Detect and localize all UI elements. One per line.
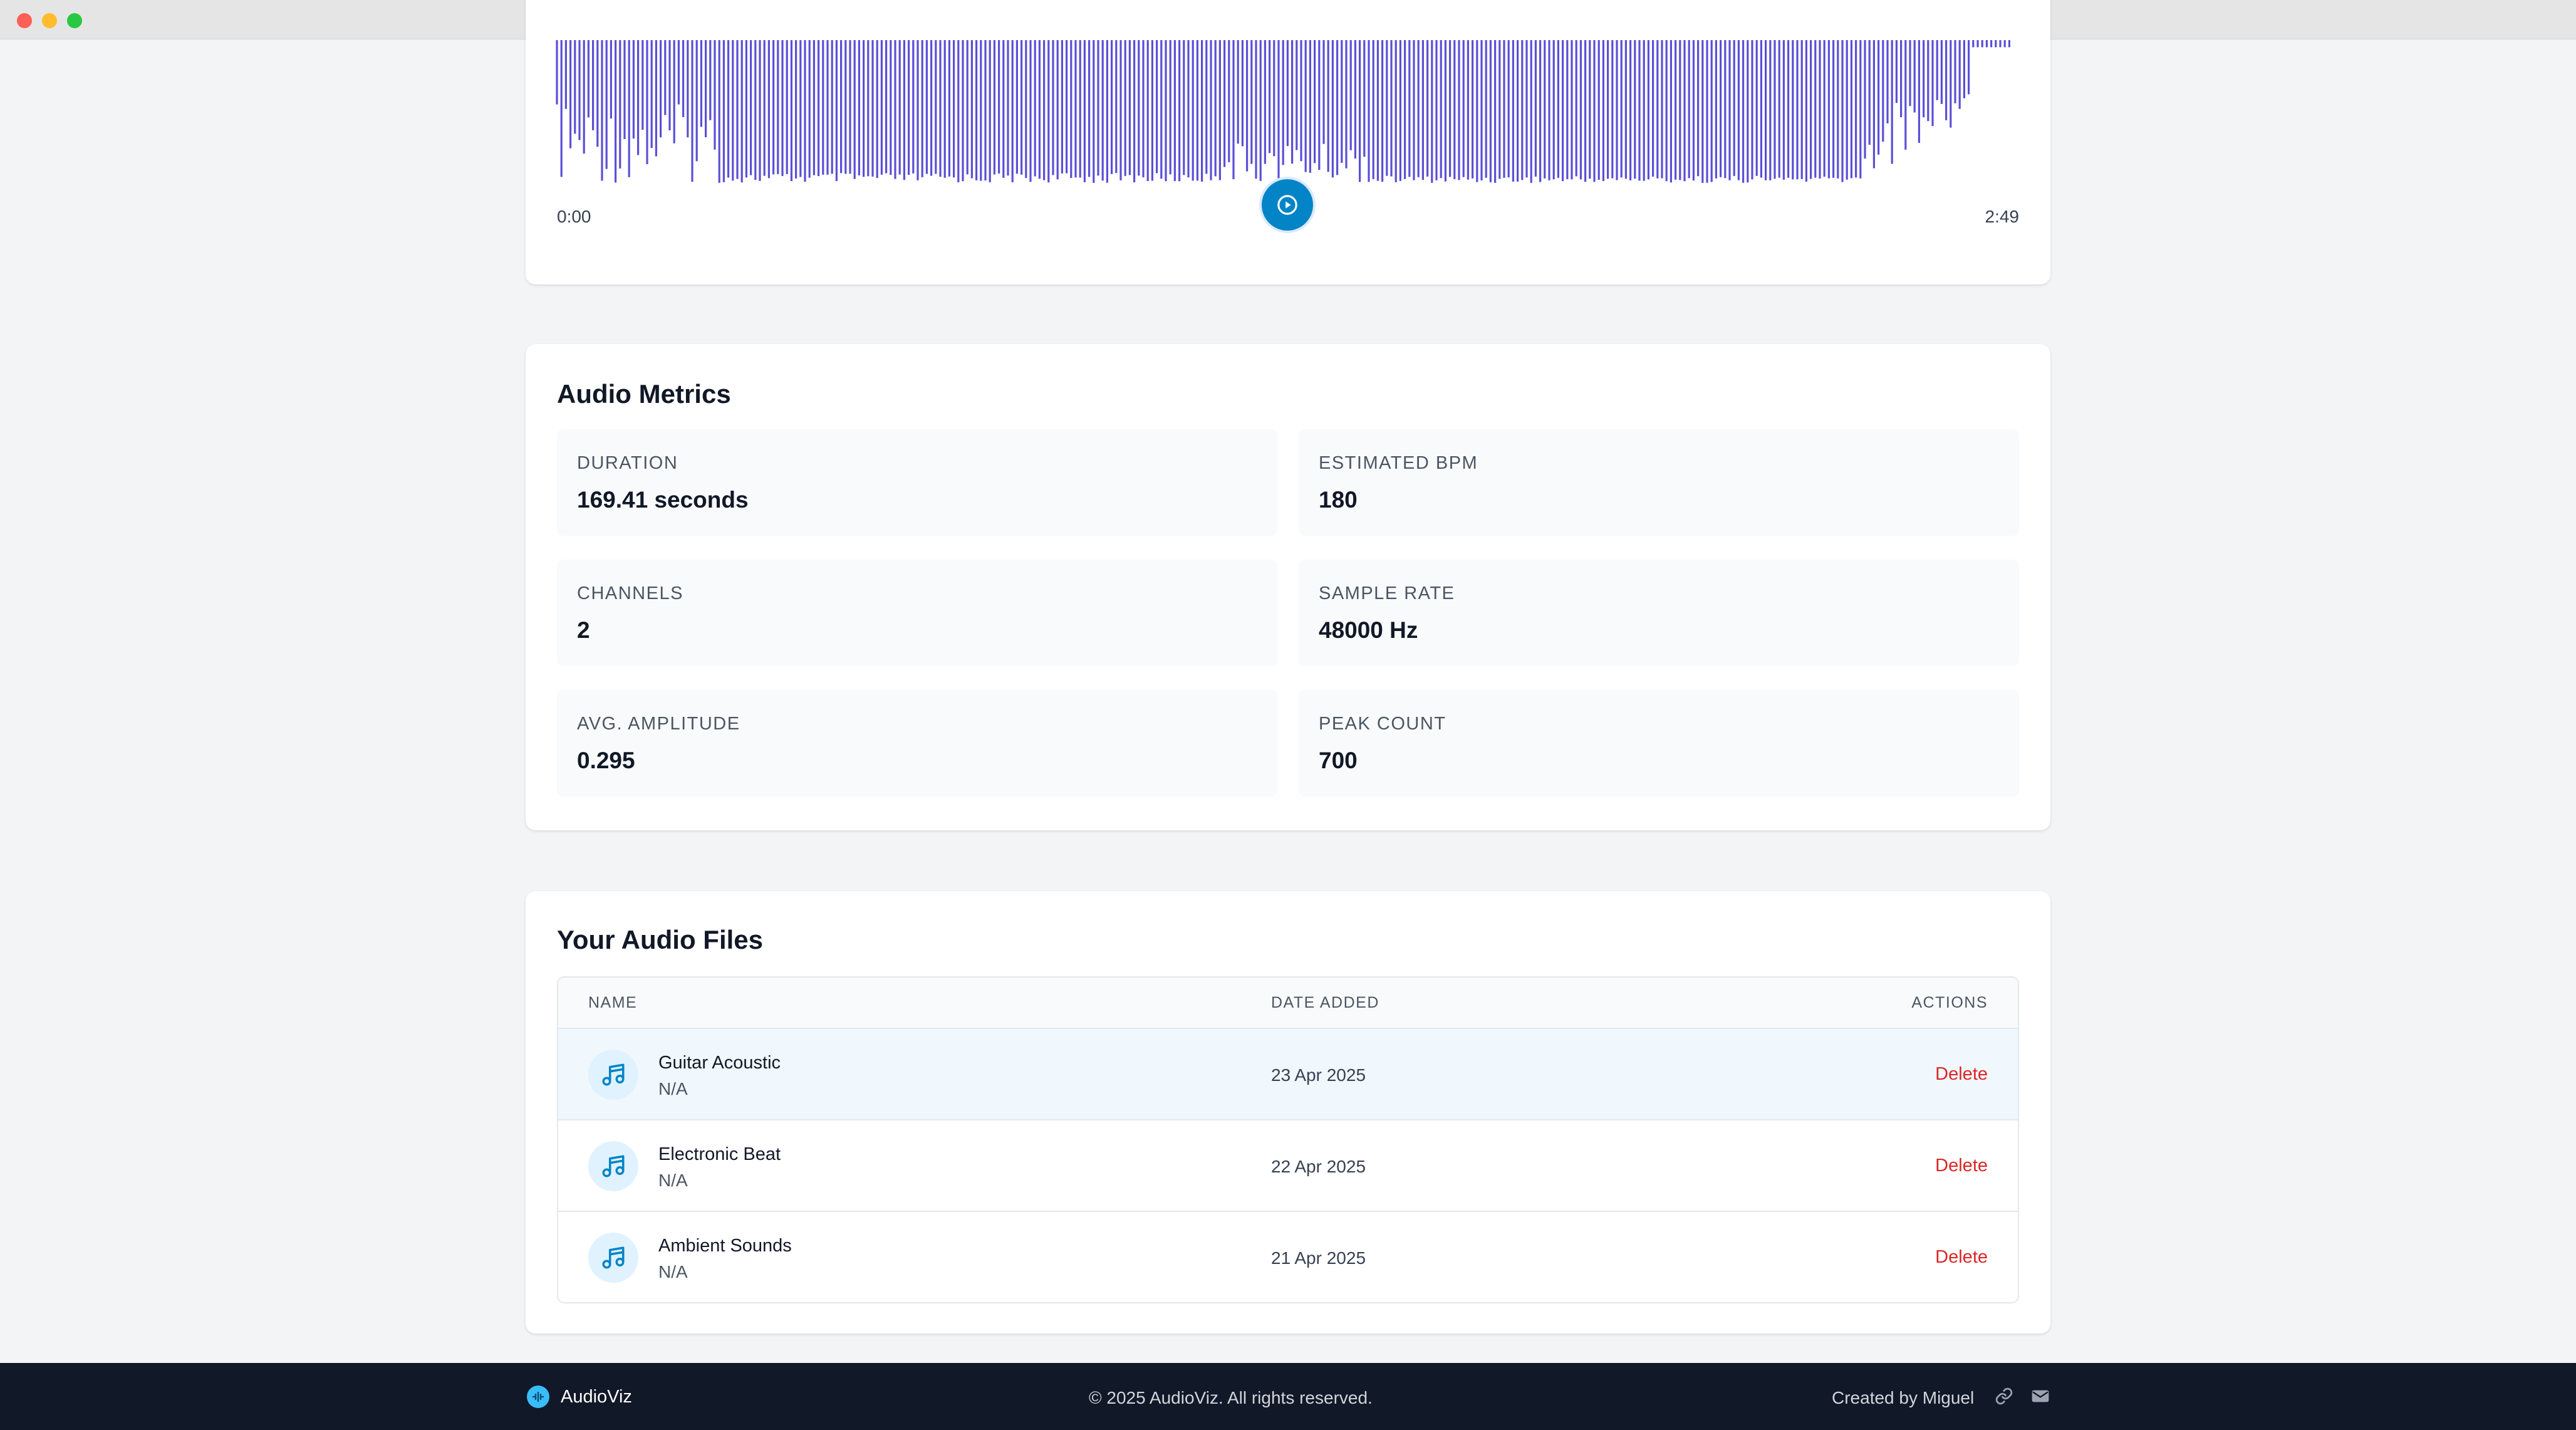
maximize-window-button[interactable]: [67, 13, 82, 28]
metric-value: 2: [577, 617, 590, 643]
file-subtitle: N/A: [658, 1079, 688, 1099]
table-row[interactable]: Electronic Beat N/A 22 Apr 2025 Delete: [558, 1120, 2018, 1212]
waveform-player-card: 0:00 2:49: [526, 0, 2050, 284]
file-name: Guitar Acoustic: [658, 1053, 781, 1073]
metric-avg-amplitude: AVG. AMPLITUDE 0.295: [557, 690, 1277, 796]
audio-files-card: Your Audio Files NAME DATE ADDED ACTIONS…: [526, 891, 2050, 1333]
table-header: NAME DATE ADDED ACTIONS: [558, 978, 2018, 1029]
metric-value: 700: [1319, 748, 1358, 773]
metric-label: AVG. AMPLITUDE: [577, 714, 740, 734]
table-row[interactable]: Ambient Sounds N/A 21 Apr 2025 Delete: [558, 1212, 2018, 1302]
metric-value: 169.41 seconds: [577, 487, 749, 513]
play-button[interactable]: [1262, 179, 1313, 231]
column-header-actions: ACTIONS: [1911, 994, 1988, 1011]
credit-text: Created by Miguel: [1832, 1388, 1975, 1407]
total-time: 2:49: [1985, 207, 2020, 226]
metric-value: 0.295: [577, 748, 635, 773]
audio-metrics-card: Audio Metrics DURATION 169.41 seconds ES…: [526, 344, 2050, 830]
metric-label: ESTIMATED BPM: [1319, 453, 1478, 473]
waveform[interactable]: [556, 40, 2015, 183]
metric-value: 180: [1319, 487, 1358, 513]
minimize-window-button[interactable]: [42, 13, 57, 28]
close-window-button[interactable]: [17, 13, 32, 28]
metric-sample-rate: SAMPLE RATE 48000 Hz: [1299, 560, 2019, 666]
metric-label: PEAK COUNT: [1319, 714, 1446, 734]
metric-duration: DURATION 169.41 seconds: [557, 429, 1277, 536]
file-date: 23 Apr 2025: [1271, 1065, 1366, 1085]
brand-name: AudioViz: [561, 1386, 632, 1407]
music-note-icon: [588, 1141, 638, 1191]
music-note-icon: [588, 1050, 638, 1100]
metrics-title: Audio Metrics: [557, 379, 731, 409]
metric-value: 48000 Hz: [1319, 617, 1418, 643]
footer: AudioViz © 2025 AudioViz. All rights res…: [0, 1363, 2576, 1430]
link-icon[interactable]: [1993, 1386, 2015, 1407]
metric-bpm: ESTIMATED BPM 180: [1299, 429, 2019, 536]
file-name: Ambient Sounds: [658, 1236, 792, 1256]
delete-button[interactable]: Delete: [1935, 1156, 1988, 1176]
metric-peak-count: PEAK COUNT 700: [1299, 690, 2019, 796]
files-title: Your Audio Files: [557, 925, 764, 954]
footer-brand[interactable]: AudioViz: [527, 1386, 632, 1408]
delete-button[interactable]: Delete: [1935, 1247, 1988, 1268]
delete-button[interactable]: Delete: [1935, 1064, 1988, 1085]
music-note-icon: [588, 1233, 638, 1283]
file-date: 21 Apr 2025: [1271, 1248, 1366, 1268]
play-circle-icon: [1277, 195, 1297, 215]
copyright-text: © 2025 AudioViz. All rights reserved.: [1089, 1388, 1373, 1407]
waveform-logo-icon: [527, 1386, 549, 1408]
current-time: 0:00: [557, 207, 591, 226]
file-date: 22 Apr 2025: [1271, 1157, 1366, 1176]
column-header-date: DATE ADDED: [1271, 994, 1379, 1011]
file-name: Electronic Beat: [658, 1144, 781, 1164]
metric-label: CHANNELS: [577, 583, 683, 603]
file-subtitle: N/A: [658, 1262, 688, 1281]
metric-label: SAMPLE RATE: [1319, 583, 1455, 603]
mail-icon[interactable]: [2030, 1386, 2051, 1407]
column-header-name: NAME: [588, 994, 638, 1011]
table-row[interactable]: Guitar Acoustic N/A 23 Apr 2025 Delete: [558, 1029, 2018, 1120]
file-subtitle: N/A: [658, 1171, 688, 1190]
audio-files-table: NAME DATE ADDED ACTIONS Guitar Acoustic …: [557, 976, 2019, 1303]
metric-channels: CHANNELS 2: [557, 560, 1277, 666]
metric-label: DURATION: [577, 453, 678, 473]
